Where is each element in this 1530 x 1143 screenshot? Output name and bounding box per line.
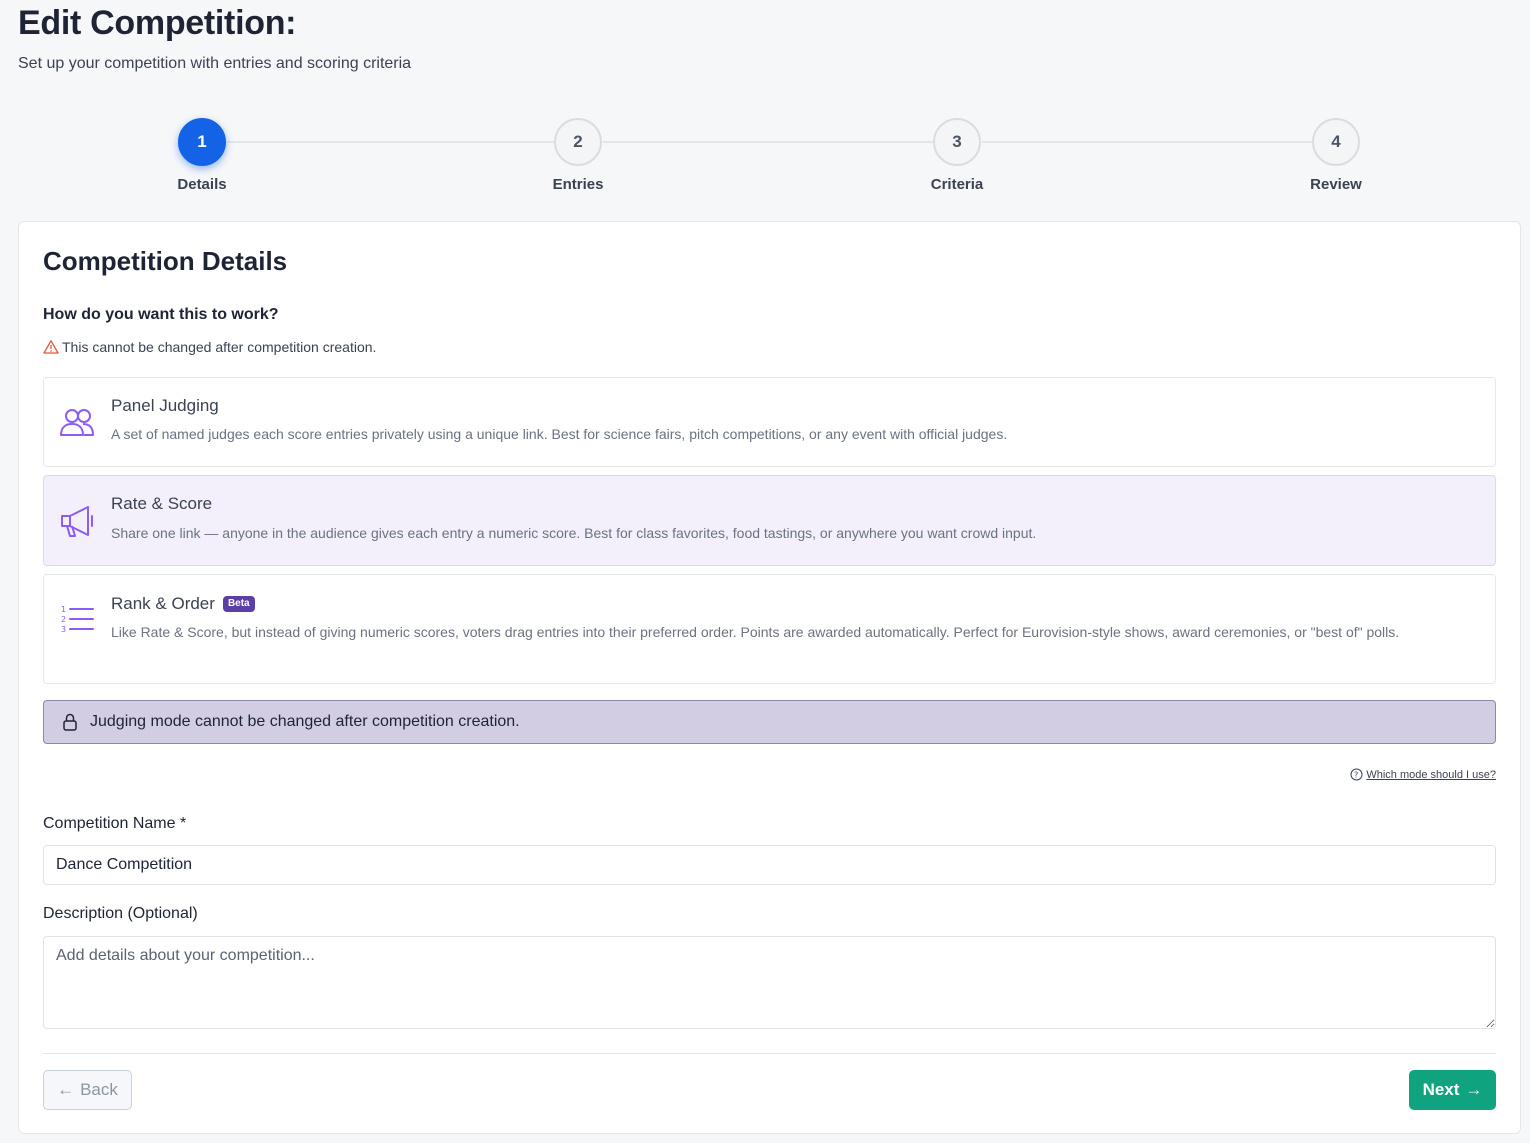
warning-triangle-icon — [43, 340, 59, 354]
beta-badge: Beta — [222, 596, 255, 612]
step-connector — [226, 141, 554, 143]
step-details[interactable]: 1 Details — [142, 118, 262, 193]
mode-title-text: Rank & Order — [111, 594, 215, 613]
next-button[interactable]: Next → — [1409, 1070, 1496, 1110]
step-review[interactable]: 4 Review — [1276, 118, 1396, 193]
help-link-text: Which mode should I use? — [1366, 768, 1496, 781]
arrow-right-icon: → — [1465, 1080, 1483, 1099]
mode-description: Share one link — anyone in the audience … — [111, 525, 1037, 541]
svg-text:?: ? — [1354, 771, 1358, 780]
footer-divider — [43, 1053, 1496, 1054]
lock-notice: Judging mode cannot be changed after com… — [43, 700, 1496, 744]
users-icon — [60, 409, 94, 436]
megaphone-icon — [61, 506, 93, 537]
step-label: Criteria — [930, 176, 984, 193]
competition-details-card: Competition Details How do you want this… — [18, 221, 1521, 1134]
card-title: Competition Details — [43, 246, 288, 276]
description-label: Description (Optional) — [43, 905, 198, 922]
mode-title: Rank & Order Beta — [111, 594, 255, 614]
step-number: 2 — [554, 118, 602, 166]
mode-description: Like Rate & Score, but instead of giving… — [111, 624, 1400, 640]
mode-question: How do you want this to work? — [43, 306, 279, 323]
lock-icon — [63, 713, 77, 731]
mode-option-rank-order[interactable]: 1 2 3 Rank & Order Beta Like Rate & Scor… — [43, 574, 1496, 684]
svg-text:2: 2 — [61, 615, 66, 624]
description-textarea[interactable] — [43, 936, 1496, 1029]
mode-option-panel-judging[interactable]: Panel Judging A set of named judges each… — [43, 377, 1496, 467]
back-button[interactable]: ← Back — [43, 1070, 132, 1110]
step-criteria[interactable]: 3 Criteria — [897, 118, 1017, 193]
svg-text:1: 1 — [61, 605, 66, 614]
mode-warning-text: This cannot be changed after competition… — [62, 339, 377, 355]
stepper: 1 Details 2 Entries 3 Criteria 4 Review — [0, 118, 1530, 198]
step-connector — [603, 141, 933, 143]
step-connector — [982, 141, 1312, 143]
mode-title: Rate & Score — [111, 494, 213, 513]
mode-help-link[interactable]: ? Which mode should I use? — [1350, 768, 1496, 781]
page-title: Edit Competition: — [18, 4, 297, 42]
step-number: 4 — [1312, 118, 1360, 166]
step-label: Review — [1310, 176, 1362, 193]
step-label: Entries — [552, 176, 604, 193]
competition-name-input[interactable] — [43, 845, 1496, 885]
step-label: Details — [177, 176, 227, 193]
lock-notice-text: Judging mode cannot be changed after com… — [90, 713, 520, 730]
competition-name-label: Competition Name * — [43, 815, 187, 832]
back-button-label: Back — [80, 1080, 118, 1099]
step-number: 1 — [178, 118, 226, 166]
question-circle-icon: ? — [1350, 768, 1363, 781]
next-button-label: Next — [1422, 1080, 1460, 1099]
mode-warning: This cannot be changed after competition… — [43, 339, 376, 355]
page-subtitle: Set up your competition with entries and… — [18, 55, 412, 72]
step-number: 3 — [933, 118, 981, 166]
svg-text:3: 3 — [61, 625, 66, 634]
mode-title: Panel Judging — [111, 396, 219, 415]
mode-option-rate-score[interactable]: Rate & Score Share one link — anyone in … — [43, 475, 1496, 566]
step-entries[interactable]: 2 Entries — [518, 118, 638, 193]
arrow-left-icon: ← — [57, 1080, 75, 1099]
numbered-list-icon: 1 2 3 — [61, 605, 94, 634]
mode-description: A set of named judges each score entries… — [111, 426, 1008, 442]
